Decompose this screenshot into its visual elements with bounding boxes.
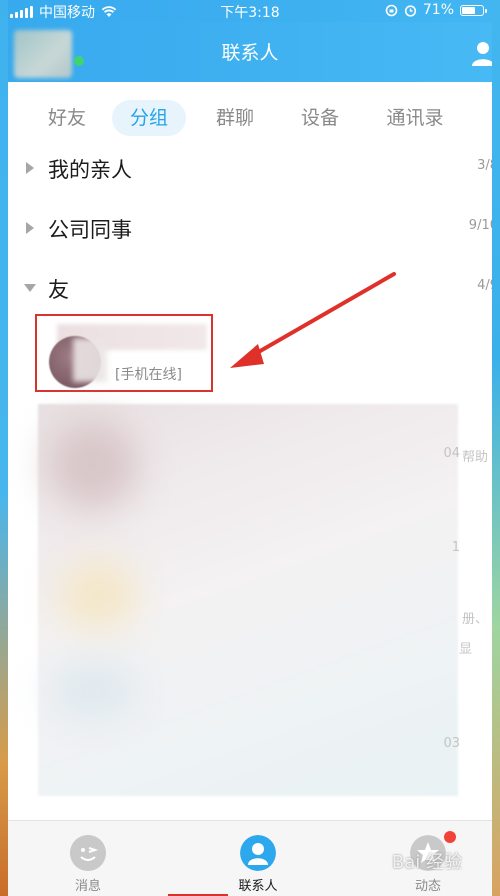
bottom-tab-messages[interactable]: 消息: [28, 821, 148, 896]
collapsed-arrow-icon: [26, 162, 34, 174]
rotation-lock-icon: [385, 4, 398, 16]
blur-spot: [48, 420, 138, 510]
battery-percent: 71%: [422, 2, 454, 18]
group-name: 公司同事: [48, 218, 132, 242]
notification-badge: [444, 831, 456, 843]
group-count: 9/10: [468, 218, 492, 233]
side-text: 1: [451, 540, 460, 555]
highlighted-contact[interactable]: [手机在线]: [35, 314, 213, 392]
side-text: 显: [458, 642, 472, 657]
blur-spot: [48, 660, 138, 720]
blur-spot: [58, 560, 138, 630]
frame-left-edge: [0, 0, 8, 896]
nav-bar: 联系人: [8, 22, 492, 82]
page-title: 联系人: [221, 42, 279, 64]
side-text: 册、: [461, 612, 488, 627]
side-text: 帮助: [461, 450, 488, 465]
tab-address-book[interactable]: 通讯录: [382, 100, 448, 136]
bottom-tab-contacts[interactable]: 联系人: [198, 821, 318, 896]
group-count: 4/9: [477, 278, 492, 293]
status-bar: 中国移动 下午3:18 71%: [8, 0, 492, 22]
add-contact-icon[interactable]: [470, 40, 492, 66]
frame-right-edge: [492, 0, 500, 896]
contact-status: [手机在线]: [115, 367, 182, 383]
avatar-redaction: [73, 338, 107, 382]
side-text: 03: [443, 736, 460, 751]
group-name: 友: [48, 278, 69, 302]
group-row-friends[interactable]: 友 4/9: [8, 268, 492, 308]
tab-groups[interactable]: 分组: [112, 100, 187, 136]
group-row-colleagues[interactable]: 公司同事 9/10: [8, 208, 492, 248]
contacts-screen: 中国移动 下午3:18 71% 联系人 好友 分组 群聊 设备 通讯录 我的亲人…: [8, 0, 492, 896]
bottom-tab-label: 联系人: [238, 879, 278, 894]
collapsed-arrow-icon: [26, 222, 34, 234]
expanded-arrow-icon: [24, 284, 36, 292]
watermark-logo: Bai 经验: [391, 852, 462, 873]
tab-group-chats[interactable]: 群聊: [212, 100, 258, 136]
battery-fill: [462, 6, 475, 14]
group-count: 3/8: [477, 158, 492, 173]
group-name: 我的亲人: [48, 158, 132, 182]
tab-friends[interactable]: 好友: [44, 100, 90, 136]
bottom-tab-label: 消息: [74, 879, 101, 894]
message-icon: [70, 835, 106, 871]
battery-icon: [460, 4, 487, 16]
bottom-tab-label: 动态: [414, 879, 441, 894]
contacts-icon: [240, 835, 276, 871]
category-tabs: 好友 分组 群聊 设备 通讯录: [8, 86, 492, 146]
alarm-icon: [404, 4, 416, 17]
side-text: 04: [443, 446, 460, 461]
tab-devices[interactable]: 设备: [297, 100, 343, 136]
group-row-family[interactable]: 我的亲人 3/8: [8, 148, 492, 188]
